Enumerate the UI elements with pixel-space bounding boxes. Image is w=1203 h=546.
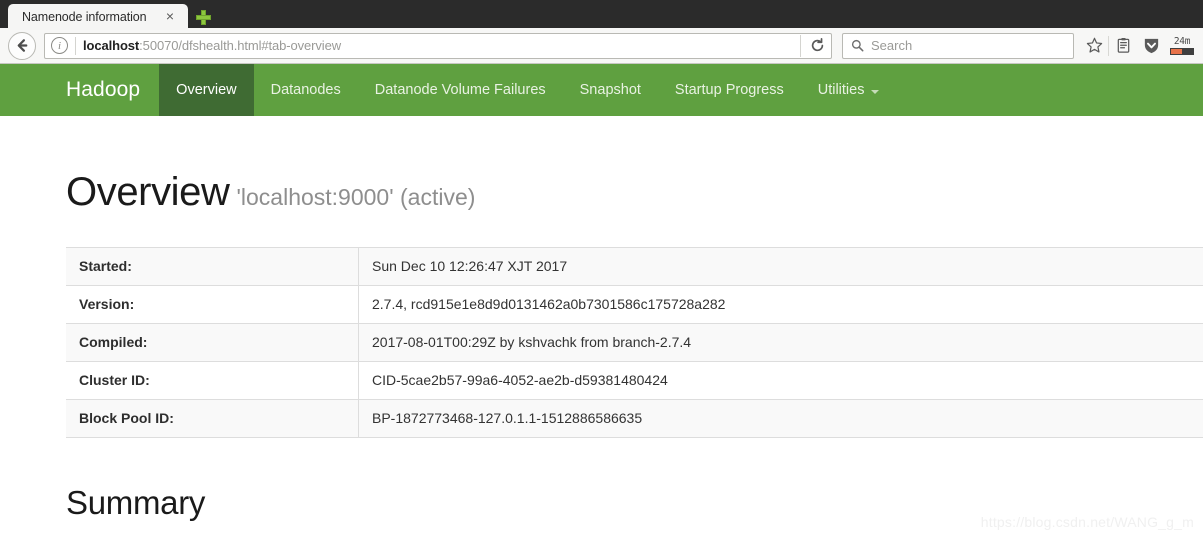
back-button[interactable]: [8, 31, 36, 60]
table-row-value: CID-5cae2b57-99a6-4052-ae2b-d59381480424: [372, 372, 668, 388]
tab-title: Namenode information: [22, 10, 147, 24]
namenode-info-table: Started: Sun Dec 10 12:26:47 XJT 2017 Ve…: [66, 247, 1203, 438]
nav-item-datanode-volume-failures[interactable]: Datanode Volume Failures: [358, 64, 563, 116]
browser-toolbar: i localhost:50070/dfshealth.html#tab-ove…: [0, 28, 1203, 64]
page-content: Overview'localhost:9000' (active) Starte…: [0, 116, 1203, 546]
nav-item-startup-progress-label: Startup Progress: [674, 82, 784, 98]
browser-tab-namenode-information[interactable]: Namenode information ×: [8, 4, 188, 30]
search-input-placeholder[interactable]: Search: [871, 38, 912, 53]
reload-button[interactable]: [805, 34, 829, 58]
url-divider: [75, 36, 76, 55]
nav-item-snapshot-label: Snapshot: [579, 82, 641, 98]
addon-progress-fill: [1171, 48, 1183, 54]
summary-title: Summary: [66, 484, 206, 521]
page-title-subtitle: 'localhost:9000' (active): [236, 184, 476, 210]
table-row-label: Block Pool ID:: [66, 399, 359, 438]
reload-divider: [800, 34, 801, 57]
table-row: Version: 2.7.4, rcd915e1e8d9d0131462a0b7…: [66, 285, 1203, 324]
url-bar[interactable]: i localhost:50070/dfshealth.html#tab-ove…: [44, 32, 832, 59]
chevron-down-icon: [871, 90, 880, 94]
site-info-icon[interactable]: i: [51, 37, 68, 54]
new-tab-button[interactable]: [188, 4, 218, 30]
addon-progress-bar: [1170, 47, 1194, 55]
table-row-value: 2.7.4, rcd915e1e8d9d0131462a0b7301586c17…: [372, 296, 726, 312]
arrow-left-icon: [17, 39, 27, 52]
table-row-value: 2017-08-01T00:29Z by kshvachk from branc…: [372, 334, 692, 350]
reader-list-icon[interactable]: [1109, 32, 1137, 60]
nav-item-datanodes[interactable]: Datanodes: [254, 64, 358, 116]
toolbar-icon-group: 24m: [1080, 32, 1195, 60]
table-row: Compiled: 2017-08-01T00:29Z by kshvachk …: [66, 323, 1203, 362]
table-row: Started: Sun Dec 10 12:26:47 XJT 2017: [66, 247, 1203, 286]
tab-strip: Namenode information ×: [0, 0, 1203, 30]
table-row-label: Started:: [66, 247, 359, 286]
table-row-label: Cluster ID:: [66, 361, 359, 400]
nav-item-startup-progress[interactable]: Startup Progress: [658, 64, 801, 116]
nav-item-datanode-volume-failures-label: Datanode Volume Failures: [374, 82, 546, 98]
search-icon: [851, 39, 864, 52]
hadoop-brand[interactable]: Hadoop: [47, 64, 159, 116]
page-title-text: Overview: [66, 170, 230, 214]
table-row-label: Version:: [66, 285, 359, 324]
table-row-value: Sun Dec 10 12:26:47 XJT 2017: [372, 258, 568, 274]
close-icon[interactable]: ×: [156, 9, 180, 25]
nav-item-overview-label: Overview: [176, 82, 237, 98]
addon-timer-badge[interactable]: 24m: [1169, 35, 1195, 55]
nav-item-datanodes-label: Datanodes: [270, 82, 341, 98]
hadoop-page: Hadoop Overview Datanodes Datanode Volum…: [0, 64, 1203, 546]
table-row-label: Compiled:: [66, 323, 359, 362]
table-row: Block Pool ID: BP-1872773468-127.0.1.1-1…: [66, 399, 1203, 438]
nav-item-overview[interactable]: Overview: [159, 64, 254, 116]
search-bar[interactable]: Search: [842, 32, 1074, 59]
url-path: :50070/dfshealth.html#tab-overview: [139, 38, 342, 53]
nav-item-utilities[interactable]: Utilities: [801, 64, 897, 116]
nav-item-snapshot[interactable]: Snapshot: [563, 64, 658, 116]
hadoop-nav-items: Overview Datanodes Datanode Volume Failu…: [159, 64, 896, 116]
page-title: Overview'localhost:9000' (active): [66, 116, 1137, 212]
watermark: https://blog.csdn.net/WANG_g_m: [980, 514, 1194, 530]
url-host: localhost: [83, 38, 140, 53]
addon-timer-label: 24m: [1173, 35, 1191, 47]
shield-download-icon[interactable]: [1137, 32, 1165, 60]
table-row-value: BP-1872773468-127.0.1.1-1512886586635: [372, 410, 643, 426]
nav-item-utilities-label: Utilities: [817, 82, 865, 98]
reload-icon: [811, 38, 823, 52]
hadoop-navbar: Hadoop Overview Datanodes Datanode Volum…: [0, 64, 1203, 116]
url-input[interactable]: localhost:50070/dfshealth.html#tab-overv…: [83, 38, 796, 53]
plus-icon: [195, 9, 211, 25]
table-row: Cluster ID: CID-5cae2b57-99a6-4052-ae2b-…: [66, 361, 1203, 400]
bookmark-star-icon[interactable]: [1080, 32, 1108, 60]
browser-chrome: Namenode information × i localhost:50070…: [0, 0, 1203, 64]
